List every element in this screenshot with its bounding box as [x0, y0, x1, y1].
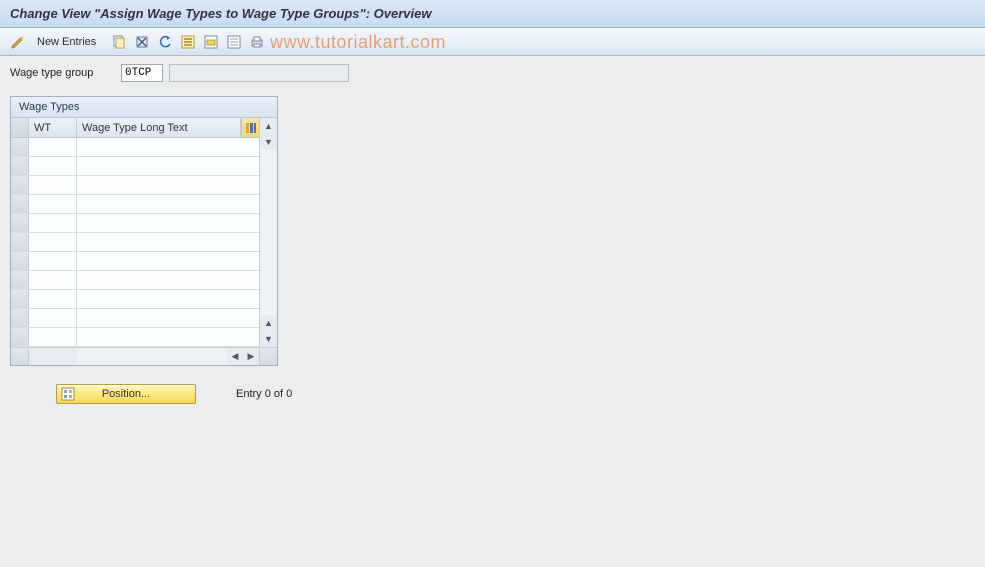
wage-type-group-code-input[interactable] [121, 64, 163, 82]
cell-wt[interactable] [29, 195, 77, 213]
table-row [11, 271, 259, 290]
cell-wt[interactable] [29, 252, 77, 270]
table-header: WT Wage Type Long Text [11, 118, 259, 138]
horizontal-scrollbar[interactable]: ◀ ▶ [11, 347, 277, 365]
position-icon [61, 387, 75, 401]
page-title: Change View "Assign Wage Types to Wage T… [0, 0, 985, 28]
table-row [11, 290, 259, 309]
wage-types-table: Wage Types WT Wage Type Long Text [10, 96, 278, 366]
cell-long[interactable] [77, 271, 259, 289]
row-selector[interactable] [11, 290, 29, 308]
row-selector[interactable] [11, 233, 29, 251]
row-selector[interactable] [11, 157, 29, 175]
wage-type-group-row: Wage type group [10, 64, 975, 82]
wage-type-group-desc-input[interactable] [169, 64, 349, 82]
table-row [11, 214, 259, 233]
entry-count-text: Entry 0 of 0 [236, 388, 292, 400]
table-row [11, 252, 259, 271]
scroll-down-small-icon[interactable]: ▼ [261, 134, 277, 150]
vertical-scrollbar[interactable]: ▲ ▼ ▲ ▼ [259, 118, 277, 347]
cell-wt[interactable] [29, 309, 77, 327]
table-row [11, 176, 259, 195]
row-selector[interactable] [11, 176, 29, 194]
cell-long[interactable] [77, 233, 259, 251]
cell-long[interactable] [77, 138, 259, 156]
table-row [11, 233, 259, 252]
cell-wt[interactable] [29, 214, 77, 232]
table-row [11, 138, 259, 157]
scroll-right-icon[interactable]: ▶ [243, 348, 259, 365]
position-button[interactable]: Position... [56, 384, 196, 404]
cell-long[interactable] [77, 157, 259, 175]
scroll-up-icon[interactable]: ▲ [261, 118, 277, 134]
cell-long[interactable] [77, 252, 259, 270]
cell-long[interactable] [77, 309, 259, 327]
row-selector[interactable] [11, 309, 29, 327]
table-settings-print-icon[interactable] [247, 32, 267, 52]
deselect-all-icon[interactable] [224, 32, 244, 52]
position-button-label: Position... [102, 388, 150, 400]
select-block-icon[interactable] [201, 32, 221, 52]
configure-columns-icon[interactable] [241, 118, 259, 137]
cell-wt[interactable] [29, 290, 77, 308]
cell-wt[interactable] [29, 157, 77, 175]
application-toolbar: New Entries [0, 28, 985, 56]
toggle-display-change-icon[interactable] [8, 32, 28, 52]
wage-type-group-label: Wage type group [10, 67, 115, 79]
table-row [11, 328, 259, 347]
row-selector[interactable] [11, 214, 29, 232]
cell-long[interactable] [77, 290, 259, 308]
cell-wt[interactable] [29, 233, 77, 251]
copy-as-icon[interactable] [109, 32, 129, 52]
table-body [11, 138, 259, 347]
cell-long[interactable] [77, 176, 259, 194]
scroll-up-small-icon[interactable]: ▲ [261, 315, 277, 331]
column-header-long-text[interactable]: Wage Type Long Text [77, 118, 241, 137]
footer-row: Position... Entry 0 of 0 [10, 384, 975, 404]
cell-long[interactable] [77, 214, 259, 232]
row-selector[interactable] [11, 271, 29, 289]
row-selector[interactable] [11, 252, 29, 270]
column-header-wt[interactable]: WT [29, 118, 77, 137]
table-row [11, 309, 259, 328]
cell-wt[interactable] [29, 328, 77, 346]
table-row [11, 157, 259, 176]
row-selector[interactable] [11, 328, 29, 346]
select-all-column-header[interactable] [11, 118, 29, 137]
cell-wt[interactable] [29, 138, 77, 156]
cell-wt[interactable] [29, 271, 77, 289]
new-entries-button[interactable]: New Entries [31, 34, 102, 50]
table-row [11, 195, 259, 214]
row-selector[interactable] [11, 195, 29, 213]
cell-long[interactable] [77, 195, 259, 213]
content-area: Wage type group Wage Types WT Wage Type … [0, 56, 985, 567]
select-all-icon[interactable] [178, 32, 198, 52]
undo-change-icon[interactable] [155, 32, 175, 52]
wage-types-table-title: Wage Types [11, 97, 277, 118]
scroll-left-icon[interactable]: ◀ [227, 348, 243, 365]
delete-icon[interactable] [132, 32, 152, 52]
scroll-down-icon[interactable]: ▼ [261, 331, 277, 347]
cell-wt[interactable] [29, 176, 77, 194]
cell-long[interactable] [77, 328, 259, 346]
row-selector[interactable] [11, 138, 29, 156]
